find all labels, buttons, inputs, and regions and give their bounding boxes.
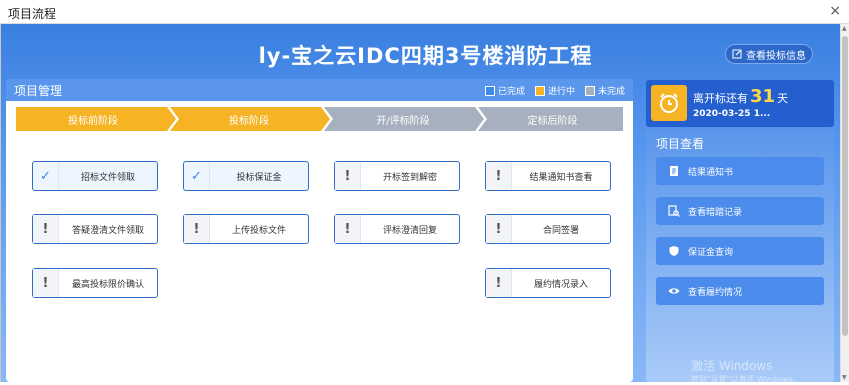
watermark-line2: 转到"设置"以激活 Windows。 <box>691 375 801 384</box>
document-icon <box>670 166 678 176</box>
task-contract-sign[interactable]: ! 合同签署 <box>485 214 611 244</box>
check-icon: ✓ <box>33 162 59 190</box>
window-title: 项目流程 <box>8 7 57 21</box>
window-titlebar: 项目流程 × <box>0 0 849 24</box>
exclamation-icon: ! <box>335 215 361 243</box>
project-management-panel: 项目管理 已完成 进行中 未完成 投标前阶段 投标阶段 开/评标阶段 定标后阶段… <box>6 79 633 382</box>
stage-post-award[interactable]: 定标后阶段 <box>482 107 623 131</box>
view-records-button[interactable]: 查看暗踏记录 <box>656 197 824 225</box>
view-performance-button[interactable]: 查看履约情况 <box>656 277 824 305</box>
task-performance-entry[interactable]: ! 履约情况录入 <box>485 268 611 298</box>
view-bid-info-button[interactable]: 查看投标信息 <box>725 44 813 64</box>
legend-label-done: 已完成 <box>497 87 525 97</box>
task-max-price-confirm[interactable]: ! 最高投标限价确认 <box>32 268 158 298</box>
task-label: 投标保证金 <box>236 172 282 183</box>
stage-pre-bid[interactable]: 投标前阶段 <box>16 107 170 131</box>
legend-swatch-pending <box>584 85 595 96</box>
exclamation-icon: ! <box>486 215 512 243</box>
legend-label-in-progress: 进行中 <box>547 87 575 97</box>
watermark-line1: 激活 Windows <box>691 359 773 373</box>
task-label: 最高投标限价确认 <box>71 279 144 290</box>
legend-pending: 未完成 <box>584 84 625 97</box>
task-clarification-doc-receive[interactable]: ! 答疑澄清文件领取 <box>32 214 158 244</box>
task-label: 开标签到解密 <box>382 172 437 183</box>
task-label: 合同签署 <box>542 225 579 236</box>
legend-done: 已完成 <box>484 84 525 97</box>
bond-query-label: 保证金查询 <box>688 247 734 258</box>
legend-in-progress: 进行中 <box>534 84 575 97</box>
task-label: 履约情况录入 <box>533 279 588 290</box>
legend-swatch-in-progress <box>534 85 545 96</box>
edit-icon <box>732 49 742 59</box>
task-upload-bid-file[interactable]: ! 上传投标文件 <box>183 214 309 244</box>
project-view-panel: 项目查看 结果通知书 查看暗踏记录 保证金查询 查看履约情况 <box>646 129 834 382</box>
countdown-text: 离开标还有 31 天 <box>693 86 788 107</box>
shield-icon <box>669 246 679 256</box>
task-label: 答疑澄清文件领取 <box>71 225 144 236</box>
vertical-scrollbar[interactable]: ▲ ▼ <box>840 24 849 382</box>
legend-swatch-done <box>484 85 495 96</box>
stage-opening-evaluation[interactable]: 开/评标阶段 <box>328 107 478 131</box>
countdown-card: 离开标还有 31 天 2020-03-25 1... <box>646 80 834 127</box>
status-legend: 已完成 进行中 未完成 <box>484 84 625 97</box>
exclamation-icon: ! <box>184 215 210 243</box>
check-icon: ✓ <box>184 162 210 190</box>
exclamation-icon: ! <box>486 269 512 297</box>
legend-label-pending: 未完成 <box>597 87 625 97</box>
eye-icon <box>668 288 680 294</box>
task-bid-bond[interactable]: ✓ 投标保证金 <box>183 161 309 191</box>
result-notice-label: 结果通知书 <box>688 167 734 178</box>
countdown-date: 2020-03-25 1... <box>693 109 771 119</box>
panel-header: 项目管理 已完成 进行中 未完成 <box>6 79 633 101</box>
task-result-notice-view[interactable]: ! 结果通知书查看 <box>485 161 611 191</box>
main-area: ly-宝之云IDC四期3号楼消防工程 查看投标信息 项目管理 已完成 进行中 未… <box>0 24 849 385</box>
scroll-up-icon[interactable]: ▲ <box>842 25 847 32</box>
panel-title: 项目管理 <box>14 84 63 98</box>
scroll-down-icon[interactable]: ▼ <box>842 374 847 381</box>
result-notice-button[interactable]: 结果通知书 <box>656 157 824 185</box>
alarm-clock-icon <box>651 85 687 121</box>
task-label: 招标文件领取 <box>80 172 135 183</box>
bond-query-button[interactable]: 保证金查询 <box>656 237 824 265</box>
view-records-label: 查看暗踏记录 <box>688 207 743 218</box>
task-tender-doc-receive[interactable]: ✓ 招标文件领取 <box>32 161 158 191</box>
countdown-suffix: 天 <box>777 92 789 105</box>
countdown-prefix: 离开标还有 <box>693 92 748 105</box>
countdown-days: 31 <box>750 86 776 107</box>
exclamation-icon: ! <box>33 215 59 243</box>
exclamation-icon: ! <box>335 162 361 190</box>
exclamation-icon: ! <box>486 162 512 190</box>
task-label: 结果通知书查看 <box>529 172 593 183</box>
task-opening-signin-decrypt[interactable]: ! 开标签到解密 <box>334 161 460 191</box>
exclamation-icon: ! <box>33 269 59 297</box>
project-title: ly-宝之云IDC四期3号楼消防工程 <box>258 44 593 68</box>
project-view-title: 项目查看 <box>656 137 705 151</box>
windows-activation-watermark: 激活 Windows 转到"设置"以激活 Windows。 <box>691 357 801 385</box>
stage-bidding[interactable]: 投标阶段 <box>174 107 324 131</box>
view-bid-info-label: 查看投标信息 <box>746 50 806 62</box>
view-performance-label: 查看履约情况 <box>688 287 743 298</box>
task-label: 上传投标文件 <box>231 225 286 236</box>
task-evaluation-clarification-reply[interactable]: ! 评标澄清回复 <box>334 214 460 244</box>
scroll-thumb[interactable] <box>842 36 848 336</box>
search-doc-icon <box>668 205 680 217</box>
stage-progress-bar: 投标前阶段 投标阶段 开/评标阶段 定标后阶段 <box>16 107 623 131</box>
task-label: 评标澄清回复 <box>382 225 437 236</box>
close-icon[interactable]: × <box>829 3 841 19</box>
